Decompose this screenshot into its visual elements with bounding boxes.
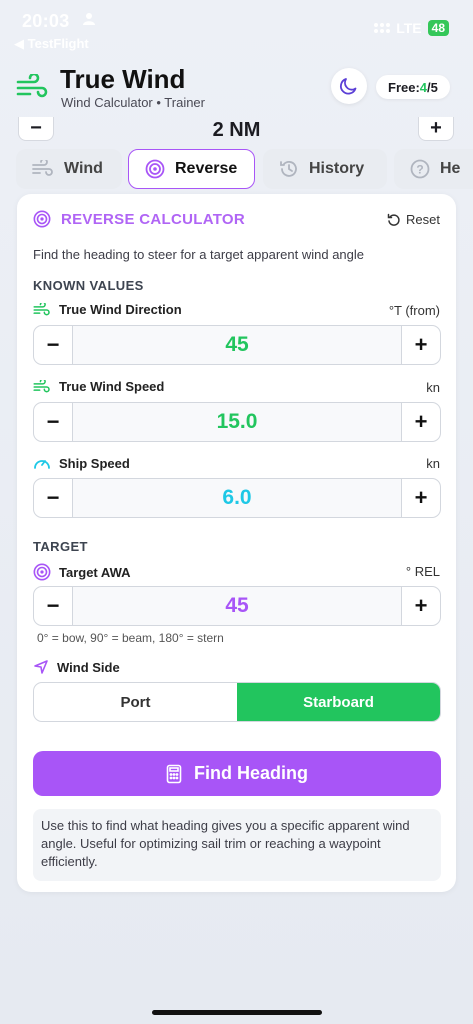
wind-side-starboard-button[interactable]: Starboard (237, 683, 440, 721)
tab-label: History (309, 160, 365, 177)
target-awa-value-input[interactable]: 45 (72, 587, 402, 625)
known-values-heading: KNOWN VALUES (33, 278, 144, 293)
twd-label-text: True Wind Direction (59, 302, 182, 317)
wind-side-toggle: Port Starboard (33, 682, 441, 722)
tab-label: He (440, 160, 461, 177)
target-awa-label: Target AWA (33, 563, 131, 581)
free-used: 4 (419, 79, 428, 95)
distance-stepper-row: − 2 NM + (0, 117, 473, 145)
target-icon (145, 159, 165, 179)
target-icon (33, 563, 51, 581)
status-time: 20:03 (22, 11, 70, 31)
person-icon (83, 13, 95, 25)
twd-unit: °T (from) (388, 303, 440, 318)
wind-icon (33, 379, 50, 392)
tws-value-input[interactable]: 15.0 (72, 403, 402, 441)
help-icon: ? (410, 159, 430, 179)
app-subtitle: Wind Calculator • Trainer (61, 95, 205, 110)
card-header: REVERSE CALCULATOR (33, 210, 245, 228)
history-icon (280, 161, 297, 177)
target-awa-label-text: Target AWA (59, 564, 131, 580)
wind-icon (32, 160, 53, 176)
speedometer-icon (34, 460, 50, 469)
distance-increment-button[interactable]: + (418, 117, 454, 141)
moon-icon (340, 78, 357, 95)
ship-speed-stepper: − 6.0 + (33, 478, 441, 518)
free-total: /5 (427, 79, 438, 95)
theme-toggle-button[interactable] (331, 68, 367, 104)
status-right: LTE 48 (374, 20, 449, 36)
tab-history[interactable]: History (263, 149, 387, 189)
wind-icon (33, 302, 50, 315)
target-awa-stepper: − 45 + (33, 586, 441, 626)
twd-increment-button[interactable]: + (402, 326, 440, 364)
twd-decrement-button[interactable]: − (34, 326, 72, 364)
back-to-testflight-link[interactable]: ◀ TestFlight (14, 36, 89, 52)
ship-speed-value-input[interactable]: 6.0 (72, 479, 402, 517)
card-title: REVERSE CALCULATOR (61, 210, 246, 228)
network-label: LTE (396, 20, 422, 36)
mode-tabs: Wind Reverse History ? He (16, 149, 473, 189)
signal-icon (374, 23, 391, 33)
target-awa-unit: ° REL (405, 564, 440, 579)
wind-side-port-button[interactable]: Port (34, 683, 237, 721)
tab-help[interactable]: ? He (394, 149, 473, 189)
tws-unit: kn (426, 380, 440, 395)
status-bar: 20:03 ◀ TestFlight LTE 48 (0, 0, 473, 56)
svg-text:?: ? (416, 163, 423, 177)
find-heading-label: Find Heading (194, 763, 308, 783)
target-icon (33, 210, 51, 228)
battery-icon: 48 (427, 20, 449, 36)
card-description: Find the heading to steer for a target a… (33, 247, 364, 262)
target-awa-decrement-button[interactable]: − (34, 587, 72, 625)
tws-label-text: True Wind Speed (59, 379, 165, 394)
tab-wind[interactable]: Wind (16, 149, 122, 189)
target-awa-increment-button[interactable]: + (402, 587, 440, 625)
reset-button[interactable]: Reset (387, 212, 440, 227)
free-label: Free: (388, 79, 420, 95)
free-usage-badge[interactable]: Free: 4/5 (376, 75, 450, 99)
target-heading: TARGET (33, 539, 88, 554)
app-title: True Wind (60, 64, 186, 94)
ship-speed-unit: kn (426, 456, 440, 471)
ship-speed-increment-button[interactable]: + (402, 479, 440, 517)
distance-value: 2 NM (212, 119, 261, 141)
twd-value-input[interactable]: 45 (72, 326, 402, 364)
wind-side-label: Wind Side (33, 659, 120, 675)
tws-increment-button[interactable]: + (402, 403, 440, 441)
navigation-arrow-icon (34, 660, 48, 674)
twd-stepper: − 45 + (33, 325, 441, 365)
info-box: Use this to find what heading gives you … (33, 809, 441, 881)
tab-reverse[interactable]: Reverse (128, 149, 255, 189)
tab-label: Reverse (175, 160, 238, 177)
ship-speed-label: Ship Speed (33, 455, 130, 471)
wind-logo-icon (16, 74, 48, 98)
reset-label: Reset (406, 212, 440, 227)
ship-speed-decrement-button[interactable]: − (34, 479, 72, 517)
find-heading-button[interactable]: Find Heading (33, 751, 441, 796)
twd-label: True Wind Direction (33, 302, 182, 317)
tws-decrement-button[interactable]: − (34, 403, 72, 441)
reverse-calculator-card: REVERSE CALCULATOR Reset Find the headin… (17, 194, 456, 892)
reset-icon (387, 213, 400, 226)
home-indicator[interactable] (152, 1010, 322, 1015)
awa-hint: 0° = bow, 90° = beam, 180° = stern (37, 631, 224, 645)
wind-side-label-text: Wind Side (57, 659, 120, 675)
tab-label: Wind (64, 160, 103, 177)
tws-label: True Wind Speed (33, 379, 164, 394)
tws-stepper: − 15.0 + (33, 402, 441, 442)
calculator-icon (166, 764, 182, 783)
ship-speed-label-text: Ship Speed (59, 455, 130, 471)
app-header: True Wind Wind Calculator • Trainer Free… (0, 58, 473, 118)
